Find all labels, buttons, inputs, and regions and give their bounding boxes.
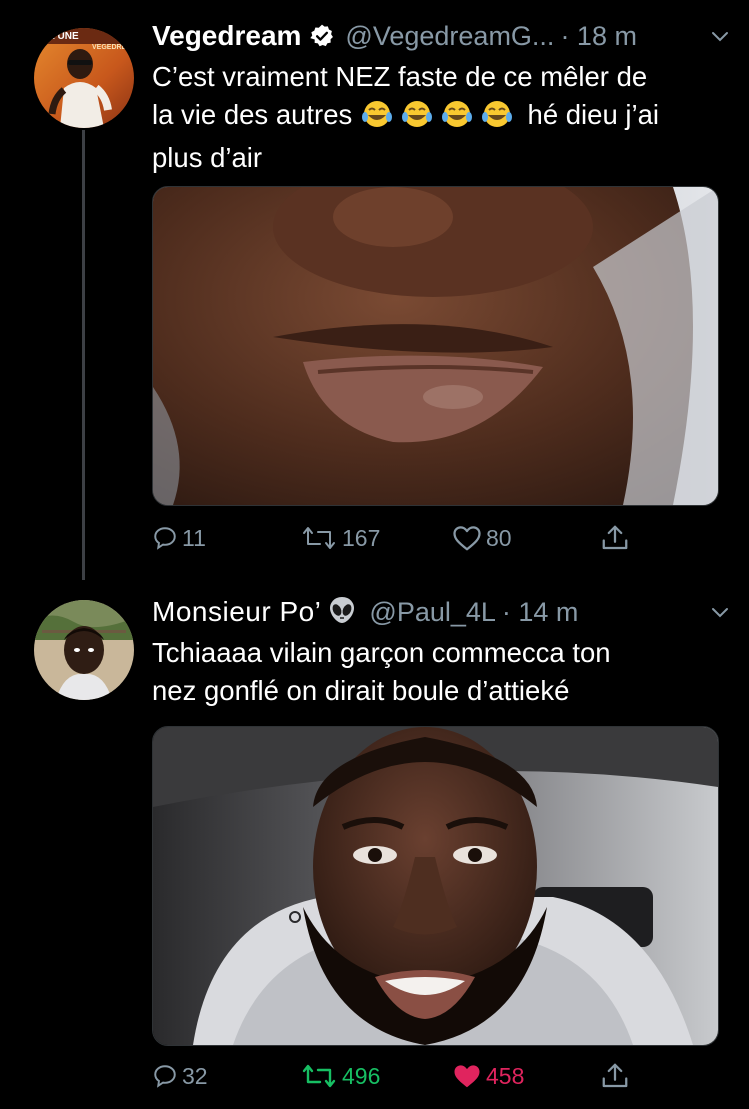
retweet-icon [302,1064,336,1088]
tweet-header: Vegedream @VegedreamG... · 18 m [152,16,731,56]
tears-of-joy-emoji [360,99,518,139]
tweet-header: Monsieur Po’ @Paul_4L · 14 m [152,592,731,632]
tweet-monsieur-po[interactable]: Monsieur Po’ @Paul_4L · 14 m Tchiaaaa vi… [0,580,749,1109]
chevron-down-icon[interactable] [709,25,731,47]
timeline: TE UNE VEGEDRE Vegedream @VegedreamG... … [0,0,749,1109]
tweet-text: C’est vraiment NEZ faste de ce mêler de … [152,58,719,177]
tweet-text-fragment: la vie des autres [152,99,353,130]
retweet-button[interactable]: 167 [300,520,380,556]
tweet-text: Tchiaaaa vilain garçon commecca ton nez … [152,634,719,710]
display-name[interactable]: Monsieur Po’ [152,596,321,628]
avatar[interactable] [34,600,134,700]
retweet-count: 496 [342,1062,381,1089]
heart-icon [453,526,481,551]
retweet-icon [303,527,335,549]
tweet-photo[interactable] [152,726,719,1046]
share-button[interactable] [600,1058,630,1094]
retweet-count: 167 [342,524,381,551]
share-button[interactable] [600,520,630,556]
avatar-banner-sub: VEGEDRE [92,44,127,51]
reply-button[interactable]: 32 [152,1058,208,1094]
tweet-vegedream[interactable]: TE UNE VEGEDRE Vegedream @VegedreamG... … [0,0,749,580]
user-handle[interactable]: @Paul_4L [369,597,496,628]
tweet-text-fragment: hé dieu j’ai [527,99,660,130]
tweet-photo[interactable] [152,186,719,506]
user-handle[interactable]: @VegedreamG... [345,21,554,52]
tweet-text-line: C’est vraiment NEZ faste de ce mêler de [152,61,648,92]
tweet-text-line: Tchiaaaa vilain garçon commecca ton [152,637,611,668]
reply-count: 32 [182,1062,208,1089]
reply-icon [154,1065,176,1088]
timestamp[interactable]: · 18 m [560,21,637,52]
display-name[interactable]: Vegedream [152,20,301,52]
like-count: 458 [486,1062,525,1089]
timestamp[interactable]: · 14 m [502,597,579,628]
alien-emoji [327,595,357,630]
avatar[interactable]: TE UNE VEGEDRE [34,28,134,128]
like-button[interactable]: 80 [452,520,512,556]
share-icon [602,525,628,550]
tweet-text-line: plus d’air [152,142,263,173]
retweet-button[interactable]: 496 [300,1058,380,1094]
like-count: 80 [486,524,512,551]
tweet-text-line: nez gonflé on dirait boule d’attieké [152,675,570,706]
heart-icon [454,1065,480,1088]
tweet-text-line: la vie des autres hé dieu j’ai [152,96,719,139]
chevron-down-icon[interactable] [709,601,731,623]
avatar-banner-text: TE UNE [42,31,79,42]
reply-button[interactable]: 11 [152,520,206,556]
tweet-actions: 11 167 80 [152,520,652,556]
share-icon [602,1063,628,1088]
like-button[interactable]: 458 [452,1058,524,1094]
verified-badge-icon [309,23,335,49]
reply-count: 11 [182,524,206,551]
reply-icon [154,527,176,550]
tweet-actions: 32 496 458 [152,1058,652,1094]
